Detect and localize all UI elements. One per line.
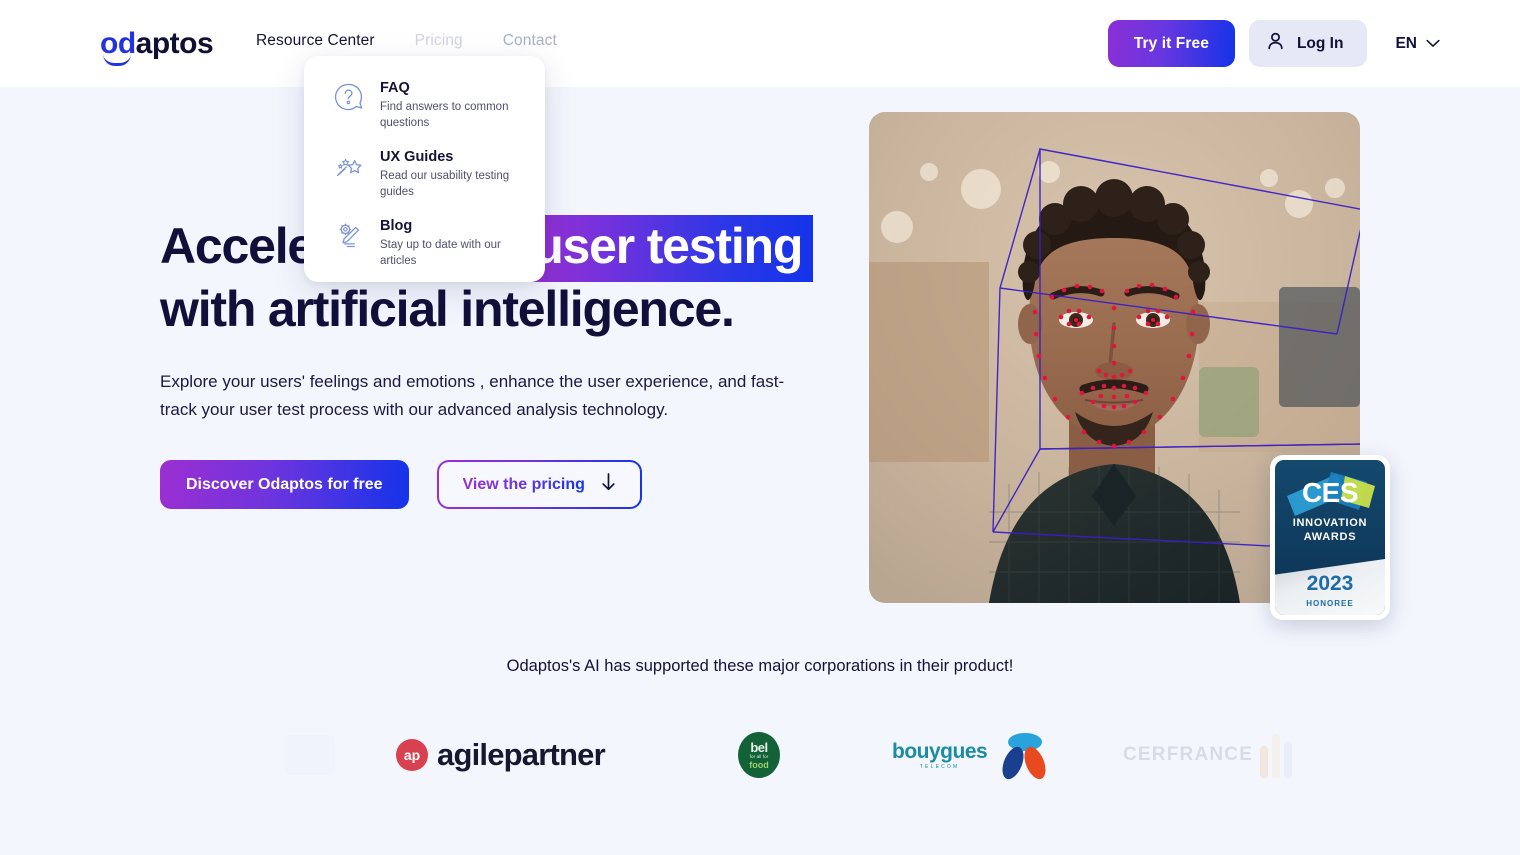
logo-od: od [100, 27, 136, 66]
bel-mid-text: for all for [749, 754, 769, 759]
client-logo-bel: bel for all for food [738, 700, 780, 810]
language-selector[interactable]: EN [1395, 35, 1440, 53]
view-pricing-button[interactable]: View the pricing [436, 460, 642, 509]
headline-part-highlight: user testing [522, 215, 814, 282]
login-button[interactable]: Log In [1248, 20, 1368, 67]
arrow-down-icon [601, 472, 616, 497]
language-label: EN [1395, 34, 1417, 52]
nav-item-contact[interactable]: Contact [503, 32, 557, 50]
bel-bottom-text: food [749, 759, 769, 770]
pencil-write-icon [330, 217, 368, 255]
view-pricing-label: View the pricing [462, 475, 585, 493]
dropdown-item-blog[interactable]: Blog Stay up to date with our articles [304, 208, 545, 277]
headline-line-2: with artificial intelligence. [160, 281, 735, 337]
dropdown-desc-faq: Find answers to common questions [380, 101, 509, 129]
bouygues-wordmark: bouygues [892, 739, 988, 763]
bouygues-wordmark-wrap: bouygues TELECOM [892, 739, 988, 770]
site-header: od aptos Resource Center Pricing Contact… [0, 0, 1520, 87]
bouygues-sub: TELECOM [919, 763, 960, 770]
dropdown-item-ux-guides[interactable]: UX Guides Read our usability testing gui… [304, 139, 545, 208]
award-status: HONOREE [1306, 599, 1354, 608]
client-logo-bouygues: bouygues TELECOM [892, 700, 1051, 810]
nav-item-resource-center[interactable]: Resource Center [256, 32, 375, 50]
magic-wand-star-icon [330, 148, 368, 186]
client-logo-cerfrance: CERFRANCE [1123, 700, 1293, 810]
chevron-down-icon [1426, 35, 1440, 53]
bel-mark: bel for all for food [738, 732, 780, 778]
cerfrance-symbol [1260, 734, 1293, 778]
dropdown-desc-ux-guides: Read our usability testing guides [380, 170, 510, 198]
agilepartner-wordmark: agilepartner [437, 737, 606, 772]
dropdown-desc-blog: Stay up to date with our articles [380, 239, 501, 267]
award-title-line1: INNOVATION [1292, 517, 1368, 529]
agilepartner-mark: ap [396, 739, 428, 771]
main-nav: Resource Center Pricing Contact [256, 32, 557, 50]
brand-logo[interactable]: od aptos [100, 27, 214, 66]
cerfrance-wordmark: CERFRANCE [1123, 744, 1254, 765]
award-year: 2023 [1306, 572, 1354, 595]
bel-top-text: bel [750, 739, 768, 755]
login-label: Log In [1296, 34, 1344, 52]
question-bubble-icon [330, 79, 368, 117]
hero-cta-row: Discover Odaptos for free View the prici… [160, 460, 860, 509]
ces-award-badge: CES INNOVATION AWARDS 2023 HONOREE [1270, 455, 1390, 620]
award-title: INNOVATION AWARDS [1275, 516, 1385, 544]
dropdown-title-faq: FAQ [380, 80, 410, 96]
client-logo-agilepartner: ap agilepartner [396, 700, 606, 810]
clients-caption: Odaptos's AI has supported these major c… [506, 657, 1014, 675]
user-icon [1267, 32, 1284, 55]
discover-odaptos-button[interactable]: Discover Odaptos for free [160, 460, 409, 509]
nav-item-pricing[interactable]: Pricing [415, 32, 463, 50]
hero-subtext: Explore your users' feelings and emotion… [160, 372, 785, 419]
client-logo-partial-left [285, 700, 335, 810]
header-actions: Try it Free Log In EN [1107, 20, 1440, 67]
bouygues-symbol [1002, 733, 1046, 780]
dropdown-title-blog: Blog [380, 217, 413, 234]
resource-center-dropdown: FAQ Find answers to common questions UX … [304, 56, 545, 282]
logo-aptos: aptos [135, 27, 214, 60]
try-it-free-button[interactable]: Try it Free [1107, 20, 1235, 67]
dropdown-title-ux-guides: UX Guides [380, 148, 454, 165]
dropdown-item-faq[interactable]: FAQ Find answers to common questions [304, 70, 545, 139]
clients-logo-row: ap agilepartner bel for all for food bou… [0, 700, 1520, 810]
ces-logo-text: CES [1301, 477, 1359, 508]
award-title-line2: AWARDS [1303, 531, 1357, 543]
